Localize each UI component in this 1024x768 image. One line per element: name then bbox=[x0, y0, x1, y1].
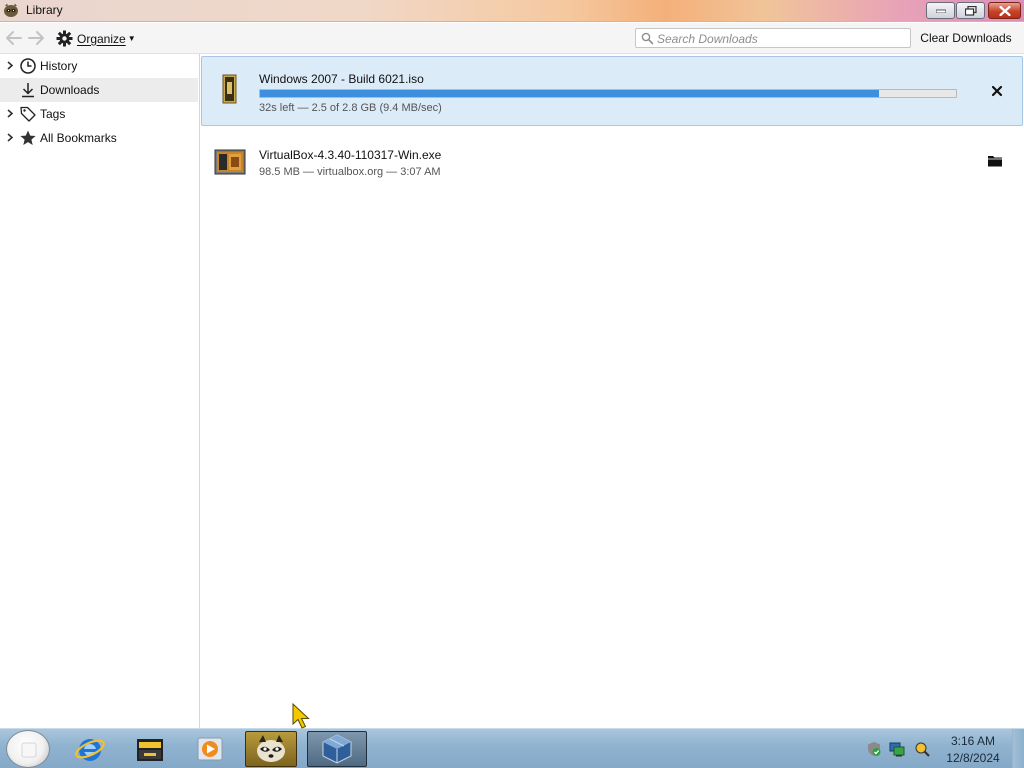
maximize-button[interactable] bbox=[956, 2, 985, 19]
clock-icon bbox=[20, 58, 36, 74]
sidebar-item-label: Downloads bbox=[40, 83, 100, 97]
network-icon[interactable] bbox=[889, 741, 905, 757]
download-item[interactable]: Windows 2007 - Build 6021.iso 32s left —… bbox=[201, 56, 1023, 126]
file-manager-icon bbox=[137, 739, 163, 761]
start-button[interactable] bbox=[6, 730, 50, 768]
system-clock[interactable]: 3:16 AM 12/8/2024 bbox=[944, 733, 1002, 767]
chevron-down-icon: ▼ bbox=[127, 34, 136, 43]
title-bar: Library bbox=[0, 0, 1024, 22]
taskbar-app-raccoon-browser[interactable] bbox=[245, 731, 297, 767]
forward-arrow-icon bbox=[28, 31, 44, 45]
mouse-pointer-icon bbox=[292, 703, 310, 729]
chevron-right-icon[interactable] bbox=[6, 108, 14, 119]
internet-explorer-icon bbox=[75, 739, 105, 761]
installer-file-icon bbox=[214, 149, 246, 175]
close-button[interactable] bbox=[988, 2, 1021, 19]
sidebar-item-label: All Bookmarks bbox=[40, 131, 117, 145]
back-arrow-icon bbox=[6, 31, 22, 45]
organize-label: Organize bbox=[77, 31, 126, 46]
taskbar-app-file-manager[interactable] bbox=[124, 731, 176, 767]
sidebar: History Downloads Tags All Bookmarks bbox=[0, 54, 200, 728]
download-filename: Windows 2007 - Build 6021.iso bbox=[259, 72, 424, 86]
tray-app-icon[interactable] bbox=[914, 741, 930, 757]
downloads-list: Windows 2007 - Build 6021.iso 32s left —… bbox=[200, 54, 1024, 728]
taskbar-app-media-player[interactable] bbox=[184, 731, 236, 767]
download-progress-fill bbox=[260, 90, 880, 97]
sidebar-item-label: History bbox=[40, 59, 78, 73]
search-icon bbox=[641, 32, 654, 45]
tag-icon bbox=[20, 106, 36, 122]
taskbar-app-virtualbox[interactable] bbox=[307, 731, 367, 767]
sidebar-item-label: Tags bbox=[40, 107, 66, 121]
search-input[interactable]: Search Downloads bbox=[657, 32, 758, 46]
minimize-button[interactable] bbox=[926, 2, 955, 19]
maximize-icon bbox=[964, 5, 977, 16]
disc-image-file-icon bbox=[222, 74, 237, 104]
download-filename: VirtualBox-4.3.40-110317-Win.exe bbox=[259, 148, 442, 162]
windows-logo-icon bbox=[21, 742, 37, 758]
folder-icon bbox=[988, 156, 1002, 167]
show-desktop-button[interactable] bbox=[1012, 729, 1024, 768]
search-box[interactable]: Search Downloads bbox=[635, 28, 911, 48]
clear-downloads-button[interactable]: Clear Downloads bbox=[916, 28, 1016, 49]
virtualbox-icon bbox=[322, 734, 352, 764]
raccoon-browser-icon bbox=[257, 735, 285, 762]
chevron-right-icon[interactable] bbox=[6, 60, 14, 71]
star-icon bbox=[20, 130, 36, 145]
close-icon bbox=[991, 85, 1003, 97]
sidebar-item-tags[interactable]: Tags bbox=[0, 102, 198, 126]
cancel-download-button[interactable] bbox=[988, 82, 1006, 100]
organize-menu-button[interactable]: Organize ▼ bbox=[56, 29, 136, 48]
back-button[interactable] bbox=[4, 29, 24, 47]
minimize-icon bbox=[935, 9, 946, 13]
forward-button[interactable] bbox=[26, 29, 46, 47]
taskbar-app-internet-explorer[interactable] bbox=[64, 731, 116, 767]
close-icon bbox=[999, 5, 1010, 16]
open-folder-button[interactable] bbox=[986, 152, 1004, 170]
download-status: 98.5 MB — virtualbox.org — 3:07 AM bbox=[259, 166, 441, 178]
toolbar: Organize ▼ Search Downloads Clear Downlo… bbox=[0, 23, 1024, 54]
security-shield-icon[interactable] bbox=[866, 741, 882, 757]
clock-date: 12/8/2024 bbox=[946, 751, 1000, 765]
window-title: Library bbox=[26, 3, 63, 17]
media-player-icon bbox=[197, 737, 223, 761]
chevron-right-icon[interactable] bbox=[6, 132, 14, 143]
download-item[interactable]: VirtualBox-4.3.40-110317-Win.exe 98.5 MB… bbox=[201, 127, 1023, 197]
download-status: 32s left — 2.5 of 2.8 GB (9.4 MB/sec) bbox=[259, 102, 442, 114]
gear-icon bbox=[56, 30, 73, 47]
taskbar: 3:16 AM 12/8/2024 bbox=[0, 728, 1024, 768]
sidebar-item-all-bookmarks[interactable]: All Bookmarks bbox=[0, 126, 198, 150]
download-progress-bar bbox=[259, 89, 957, 98]
raccoon-app-icon bbox=[3, 3, 19, 18]
download-icon bbox=[22, 83, 34, 98]
sidebar-item-downloads[interactable]: Downloads bbox=[0, 78, 198, 102]
sidebar-item-history[interactable]: History bbox=[0, 54, 198, 78]
clock-time: 3:16 AM bbox=[950, 734, 996, 748]
